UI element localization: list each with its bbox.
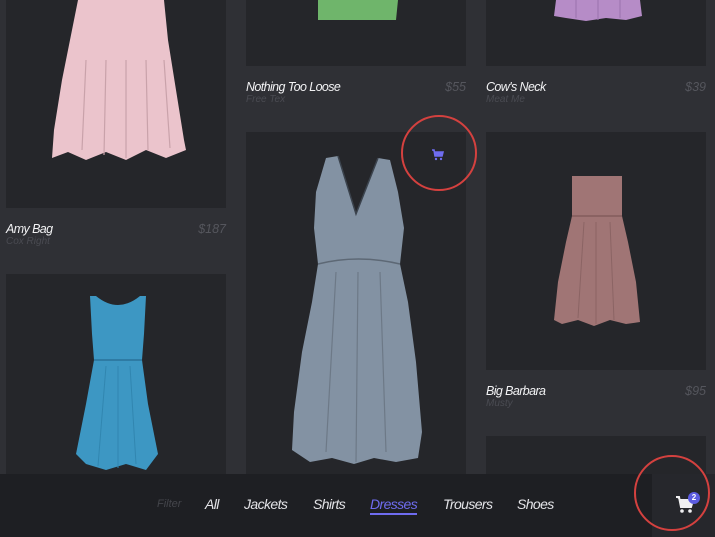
filter-item-all[interactable]: All (205, 496, 219, 512)
dress-image (76, 296, 158, 470)
cart-button[interactable]: 2 (652, 474, 715, 537)
product-price: $55 (445, 80, 466, 94)
dress-image (554, 0, 642, 21)
product-name[interactable]: Big Barbara (486, 384, 546, 398)
product-card-partial[interactable] (486, 436, 706, 474)
product-card-blue-dress[interactable] (6, 274, 226, 474)
filter-item-dresses[interactable]: Dresses (370, 496, 418, 515)
product-card-cows-neck[interactable] (486, 0, 706, 66)
add-to-cart-button[interactable] (431, 148, 445, 161)
filter-item-trousers[interactable]: Trousers (443, 496, 493, 512)
product-meta-cows-neck: Cow's Neck Meat Me $39 (486, 80, 706, 108)
product-meta-amy-bag: Amy Bag Cox Right $187 (6, 222, 226, 250)
product-name[interactable]: Amy Bag (6, 222, 53, 236)
dress-image (318, 0, 398, 20)
filter-item-shirts[interactable]: Shirts (313, 496, 346, 512)
dress-image (52, 0, 186, 160)
product-name[interactable]: Nothing Too Loose (246, 80, 341, 94)
product-price: $95 (685, 384, 706, 398)
product-card-nothing-too-loose[interactable] (246, 0, 466, 66)
product-card-grey-dress[interactable] (246, 132, 466, 474)
product-price: $39 (685, 80, 706, 94)
filter-label: Filter (157, 498, 182, 510)
dress-image (554, 176, 640, 326)
product-meta-big-barbara: Big Barbara Musty $95 (486, 384, 706, 412)
product-vendor: Free Tex (246, 94, 286, 105)
product-vendor: Meat Me (486, 94, 525, 105)
product-meta-nothing-too-loose: Nothing Too Loose Free Tex $55 (246, 80, 466, 108)
product-price: $187 (198, 222, 226, 236)
cart-icon (432, 149, 445, 161)
filter-bar: Filter All Jackets Shirts Dresses Trouse… (0, 474, 715, 537)
product-vendor: Musty (486, 398, 513, 409)
product-name[interactable]: Cow's Neck (486, 80, 546, 94)
dress-image (292, 155, 422, 464)
cart-count-badge: 2 (688, 492, 700, 504)
product-card-amy-bag[interactable] (6, 0, 226, 208)
product-card-big-barbara[interactable] (486, 132, 706, 370)
filter-item-shoes[interactable]: Shoes (517, 496, 554, 512)
product-vendor: Cox Right (6, 236, 50, 247)
filter-item-jackets[interactable]: Jackets (244, 496, 288, 512)
